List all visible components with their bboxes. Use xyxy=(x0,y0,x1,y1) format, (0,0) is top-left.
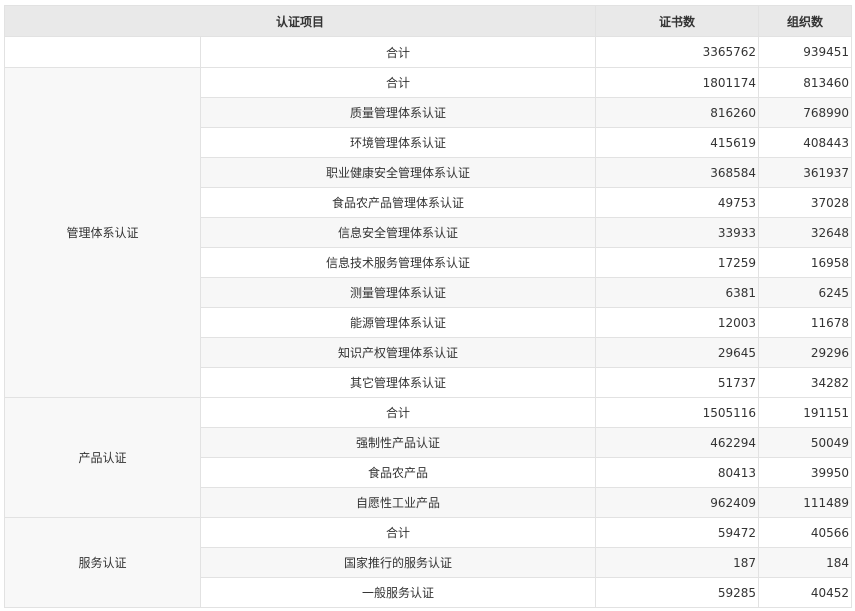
row-certificates: 1505116 xyxy=(595,397,760,428)
row-organizations: 39950 xyxy=(758,457,853,488)
header-organizations: 组织数 xyxy=(758,5,853,37)
row-certificates: 462294 xyxy=(595,427,760,458)
row-label: 信息技术服务管理体系认证 xyxy=(199,247,597,278)
grand-total-label: 合计 xyxy=(199,36,597,68)
row-label: 合计 xyxy=(199,67,597,98)
row-organizations: 111489 xyxy=(758,487,853,518)
row-label: 测量管理体系认证 xyxy=(199,277,597,308)
row-organizations: 6245 xyxy=(758,277,853,308)
group-name-cell: 管理体系认证 xyxy=(4,67,201,398)
row-label: 自愿性工业产品 xyxy=(199,487,597,518)
row-organizations: 40566 xyxy=(758,517,853,548)
row-certificates: 51737 xyxy=(595,367,760,398)
row-certificates: 49753 xyxy=(595,187,760,218)
group-name-cell: 服务认证 xyxy=(4,517,201,608)
grand-total-blank-cell xyxy=(4,36,201,68)
row-certificates: 59472 xyxy=(595,517,760,548)
row-organizations: 34282 xyxy=(758,367,853,398)
group-name-cell: 产品认证 xyxy=(4,397,201,518)
row-label: 其它管理体系认证 xyxy=(199,367,597,398)
row-label: 能源管理体系认证 xyxy=(199,307,597,338)
row-organizations: 32648 xyxy=(758,217,853,248)
row-organizations: 16958 xyxy=(758,247,853,278)
header-item: 认证项目 xyxy=(3,5,597,37)
header-row: 认证项目 证书数 组织数 xyxy=(3,5,853,37)
row-organizations: 184 xyxy=(758,547,853,578)
certification-stats-table: 认证项目 证书数 组织数 合计 3365762 939451 管理体系认证 合计 1… xyxy=(3,5,853,608)
row-certificates: 59285 xyxy=(595,577,760,608)
row-label: 一般服务认证 xyxy=(199,577,597,608)
grand-total-row: 合计 3365762 939451 xyxy=(4,36,853,68)
row-organizations: 813460 xyxy=(758,67,853,98)
row-label: 合计 xyxy=(199,397,597,428)
table-row: 服务认证 合计 59472 40566 xyxy=(4,517,853,608)
table-body: 合计 3365762 939451 管理体系认证 合计 1801174 813460 质… xyxy=(4,36,853,608)
row-certificates: 12003 xyxy=(595,307,760,338)
grand-total-certificates: 3365762 xyxy=(595,36,760,68)
row-label: 食品农产品管理体系认证 xyxy=(199,187,597,218)
row-label: 知识产权管理体系认证 xyxy=(199,337,597,368)
row-certificates: 33933 xyxy=(595,217,760,248)
row-label: 国家推行的服务认证 xyxy=(199,547,597,578)
row-organizations: 40452 xyxy=(758,577,853,608)
table-row: 产品认证 合计 1505116 191151 xyxy=(4,397,853,518)
certification-stats-table-container: 认证项目 证书数 组织数 合计 3365762 939451 管理体系认证 合计 1… xyxy=(3,5,853,608)
row-organizations: 191151 xyxy=(758,397,853,428)
row-certificates: 1801174 xyxy=(595,67,760,98)
row-organizations: 408443 xyxy=(758,127,853,158)
row-label: 食品农产品 xyxy=(199,457,597,488)
row-certificates: 80413 xyxy=(595,457,760,488)
row-certificates: 368584 xyxy=(595,157,760,188)
row-label: 合计 xyxy=(199,517,597,548)
row-label: 职业健康安全管理体系认证 xyxy=(199,157,597,188)
row-organizations: 29296 xyxy=(758,337,853,368)
row-label: 强制性产品认证 xyxy=(199,427,597,458)
table-row: 管理体系认证 合计 1801174 813460 xyxy=(4,67,853,398)
row-label: 环境管理体系认证 xyxy=(199,127,597,158)
row-certificates: 6381 xyxy=(595,277,760,308)
row-certificates: 17259 xyxy=(595,247,760,278)
row-certificates: 29645 xyxy=(595,337,760,368)
row-certificates: 816260 xyxy=(595,97,760,128)
grand-total-organizations: 939451 xyxy=(758,36,853,68)
row-organizations: 361937 xyxy=(758,157,853,188)
row-label: 信息安全管理体系认证 xyxy=(199,217,597,248)
row-organizations: 50049 xyxy=(758,427,853,458)
row-organizations: 11678 xyxy=(758,307,853,338)
row-certificates: 187 xyxy=(595,547,760,578)
row-certificates: 962409 xyxy=(595,487,760,518)
row-certificates: 415619 xyxy=(595,127,760,158)
row-label: 质量管理体系认证 xyxy=(199,97,597,128)
row-organizations: 768990 xyxy=(758,97,853,128)
header-certificates: 证书数 xyxy=(595,5,760,37)
row-organizations: 37028 xyxy=(758,187,853,218)
